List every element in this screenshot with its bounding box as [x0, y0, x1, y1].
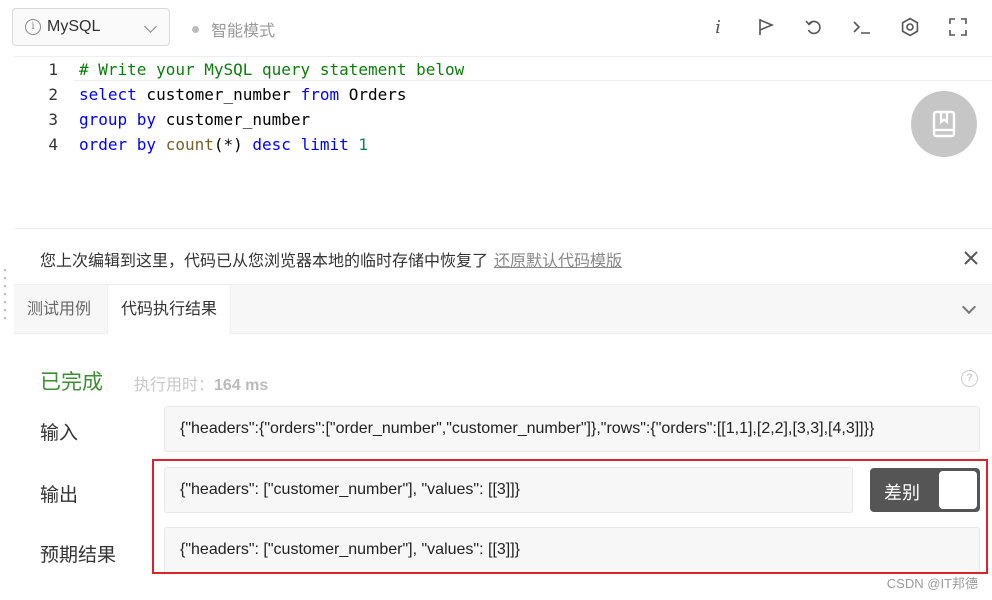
- code-token: desc: [252, 135, 291, 154]
- book-icon: [932, 110, 956, 138]
- chevron-down-icon[interactable]: [961, 299, 977, 315]
- code-text: group by customer_number: [79, 107, 310, 132]
- line-number: 2: [48, 85, 58, 104]
- line-number: 1: [48, 60, 58, 79]
- notice-text-wrap: 您上次编辑到这里，代码已从您浏览器本地的临时存储中恢复了 还原默认代码模版: [40, 247, 622, 271]
- info-circle-icon: i: [25, 19, 41, 35]
- code-token: from: [300, 85, 340, 104]
- code-line[interactable]: 2 select customer_number from Orders: [14, 82, 992, 107]
- watermark: CSDN @IT邦德: [886, 576, 978, 591]
- exec-time-value: 164 ms: [214, 377, 269, 394]
- settings-icon[interactable]: [886, 14, 934, 40]
- input-label: 输入: [40, 423, 79, 444]
- chevron-down-icon: [144, 20, 157, 33]
- line-number: 4: [48, 135, 58, 154]
- code-token: count: [165, 135, 214, 154]
- resize-handle[interactable]: [3, 266, 7, 326]
- solution-book-button[interactable]: [911, 91, 977, 157]
- highlight-frame: [152, 459, 988, 574]
- code-token: limit: [300, 135, 349, 154]
- code-line[interactable]: 4 order by count(*) desc limit 1: [14, 132, 992, 157]
- mode-label: 智能模式: [211, 23, 276, 40]
- tab-test-cases[interactable]: 测试用例: [14, 285, 104, 335]
- input-value: {"headers":{"orders":["order_number","cu…: [164, 406, 980, 452]
- mode-dot-icon: [192, 25, 199, 33]
- code-token: customer_number: [136, 85, 301, 104]
- info-icon[interactable]: i: [694, 14, 742, 40]
- code-text: select customer_number from Orders: [79, 82, 407, 107]
- flag-icon[interactable]: [742, 14, 790, 40]
- tab-execution-result[interactable]: 代码执行结果: [107, 285, 232, 335]
- code-token: order by: [79, 135, 157, 154]
- notice-message: 您上次编辑到这里，代码已从您浏览器本地的临时存储中恢复了: [40, 253, 489, 270]
- line-number: 3: [48, 110, 58, 129]
- language-label: MySQL: [47, 18, 101, 35]
- code-token: # Write your MySQL query statement below: [79, 60, 465, 79]
- output-label: 输出: [40, 485, 79, 506]
- code-token: (*): [213, 135, 253, 154]
- language-select[interactable]: i MySQL: [12, 8, 170, 46]
- code-text: # Write your MySQL query statement below: [79, 57, 464, 82]
- status-badge: 已完成: [40, 371, 103, 394]
- restore-default-link[interactable]: 还原默认代码模版: [494, 253, 622, 270]
- toolbar-icons: i: [694, 14, 982, 40]
- code-editor[interactable]: 1 # Write your MySQL query statement belo…: [14, 56, 992, 228]
- code-token: Orders: [339, 85, 407, 104]
- smart-mode-toggle[interactable]: 智能模式: [192, 17, 275, 41]
- restore-notice: 您上次编辑到这里，代码已从您浏览器本地的临时存储中恢复了 还原默认代码模版: [14, 228, 992, 284]
- help-icon[interactable]: ?: [961, 370, 978, 387]
- fullscreen-icon[interactable]: [934, 14, 982, 40]
- editor-toolbar: i MySQL 智能模式 i: [0, 0, 992, 56]
- code-line[interactable]: 1 # Write your MySQL query statement belo…: [14, 57, 992, 82]
- terminal-icon[interactable]: [838, 14, 886, 40]
- exec-time-label: 执行用时：: [134, 377, 215, 394]
- reset-icon[interactable]: [790, 14, 838, 40]
- close-icon[interactable]: [962, 249, 980, 267]
- code-token: select: [79, 85, 137, 104]
- expected-label: 预期结果: [40, 545, 117, 566]
- code-token: customer_number: [156, 110, 311, 129]
- code-text: order by count(*) desc limit 1: [79, 132, 368, 157]
- code-token: group by: [79, 110, 157, 129]
- exec-time: 执行用时：164 ms: [134, 371, 268, 395]
- code-token: 1: [358, 135, 369, 154]
- code-line[interactable]: 3 group by customer_number: [14, 107, 992, 132]
- result-tabs: 测试用例 代码执行结果: [14, 284, 992, 335]
